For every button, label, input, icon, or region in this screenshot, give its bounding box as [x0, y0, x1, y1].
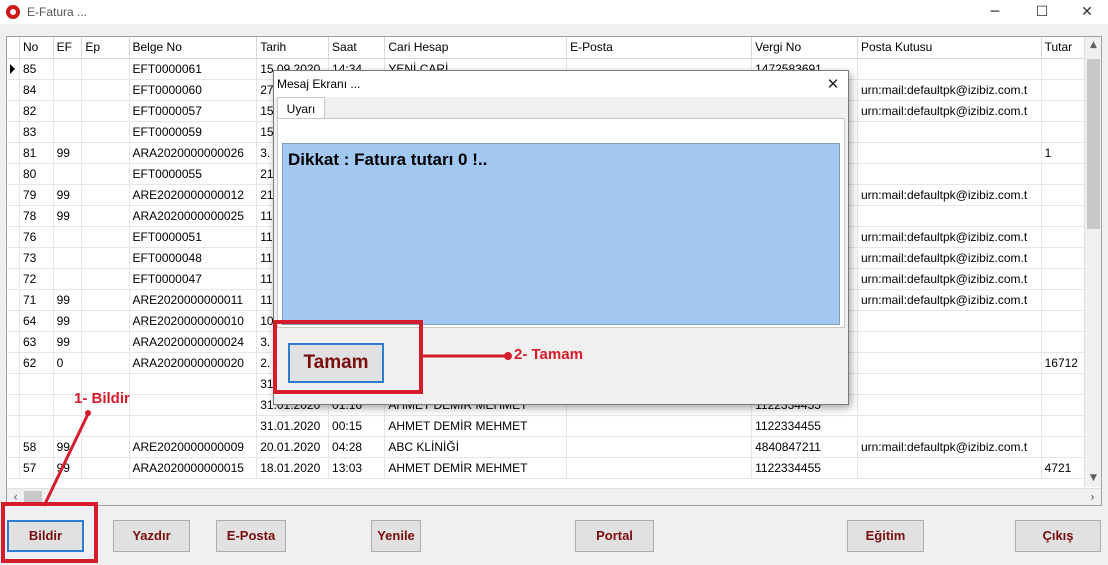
annotation-arrows: [42, 352, 512, 507]
annotation-label-bildir: 1- Bildir: [74, 390, 130, 407]
annotation-dot-bildir: [85, 410, 91, 416]
annotation-label-tamam: 2- Tamam: [514, 346, 583, 363]
annotation-dot-tamam: [504, 352, 512, 360]
annotation-line-bildir: [42, 413, 90, 507]
